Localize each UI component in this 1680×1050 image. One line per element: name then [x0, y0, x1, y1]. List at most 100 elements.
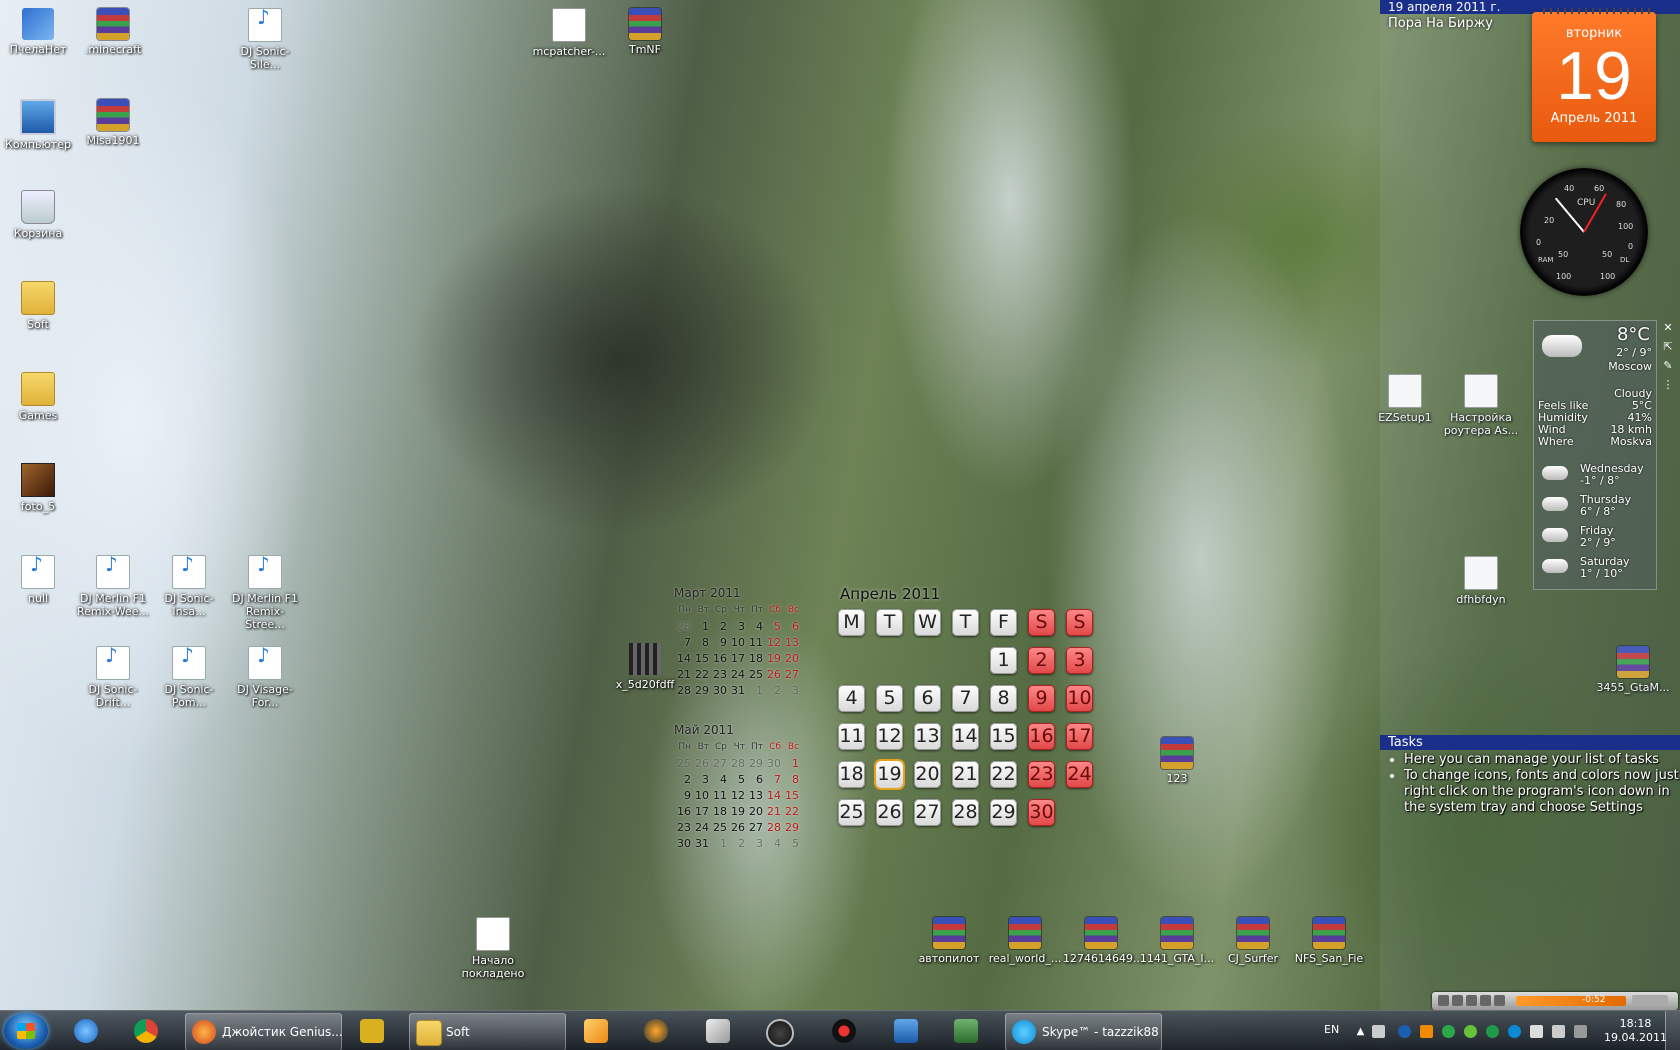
calendar-day[interactable]: 4	[764, 835, 782, 851]
tray-media-icon[interactable]	[1420, 1025, 1433, 1038]
calendar-day[interactable]: 31	[728, 682, 746, 698]
volume-slider[interactable]	[1632, 995, 1668, 1006]
start-button[interactable]	[4, 1013, 48, 1049]
desktop-icon-dj-sonic-pom[interactable]: DJ Sonic-Pom...	[151, 646, 227, 709]
calendar-day[interactable]: 11	[838, 723, 865, 750]
calendar-day[interactable]: 27	[914, 799, 941, 826]
calendar-day[interactable]: 26	[728, 819, 746, 835]
calendar-day[interactable]: 10	[692, 787, 710, 803]
calendar-day[interactable]: 27	[710, 755, 728, 771]
calendar-day[interactable]: 2	[764, 682, 782, 698]
calendar-day[interactable]: 24	[1066, 761, 1093, 788]
taskbar-window-firefox[interactable]: Джойстик Genius...	[185, 1013, 343, 1050]
calendar-day[interactable]: 21	[952, 761, 979, 788]
calendar-day[interactable]: 17	[728, 650, 746, 666]
calendar-day[interactable]: 23	[710, 666, 728, 682]
calendar-day[interactable]: 13	[782, 634, 800, 650]
calendar-day[interactable]: 18	[710, 803, 728, 819]
tasks-gadget[interactable]: Tasks Here you can manage your list of t…	[1380, 735, 1680, 816]
calendar-day[interactable]: 6	[746, 771, 764, 787]
calendar-day[interactable]: 3	[728, 618, 746, 634]
calendar-day[interactable]: 16	[1028, 723, 1055, 750]
calendar-day[interactable]: 20	[782, 650, 800, 666]
desktop-icon-games[interactable]: Games	[0, 372, 76, 422]
prev-button[interactable]	[1438, 995, 1449, 1006]
calendar-day[interactable]: 23	[1028, 761, 1055, 788]
desktop-icon-dj-merlin-stree[interactable]: DJ Merlin F1 Remix-Stree...	[227, 555, 303, 631]
taskbar-window-soft[interactable]: Soft	[409, 1013, 566, 1050]
language-indicator[interactable]: EN	[1324, 1023, 1339, 1036]
taskbar-app-lizard[interactable]	[354, 1013, 398, 1049]
seek-bar[interactable]	[1516, 996, 1626, 1006]
calendar-day[interactable]: 29	[782, 819, 800, 835]
desktop[interactable]: ПчелаНет .minecraft DJ Sonic-Sile... mcp…	[0, 0, 1680, 1050]
calendar-day[interactable]: 18	[746, 650, 764, 666]
pause-button[interactable]	[1466, 995, 1477, 1006]
calendar-day[interactable]: 1	[710, 835, 728, 851]
calendar-day[interactable]: 5	[764, 618, 782, 634]
desktop-icon-cj-surfer[interactable]: CJ_Surfer	[1215, 917, 1291, 965]
calendar-day[interactable]: 5	[782, 835, 800, 851]
calendar-day[interactable]: 6	[914, 685, 941, 712]
calendar-day[interactable]: 3	[782, 682, 800, 698]
drag-handle-icon[interactable]: ⋮	[1660, 375, 1676, 394]
desktop-icon-dj-visage[interactable]: DJ Visage-For...	[227, 646, 303, 709]
calendar-day[interactable]: 2	[710, 618, 728, 634]
calendar-day[interactable]: 14	[764, 787, 782, 803]
calendar-day[interactable]: 28	[764, 819, 782, 835]
calendar-day[interactable]: 20	[914, 761, 941, 788]
calendar-day[interactable]: 4	[710, 771, 728, 787]
calendar-day[interactable]: 6	[782, 618, 800, 634]
desktop-icon-tmnf[interactable]: TmNF	[607, 8, 683, 56]
desktop-icon-123[interactable]: 123	[1139, 737, 1215, 785]
desktop-icon-foto5[interactable]: foto_5	[0, 463, 76, 513]
media-player-mini[interactable]: -0:52	[1432, 992, 1678, 1010]
calendar-day[interactable]: 18	[838, 761, 865, 788]
calendar-day[interactable]: 15	[990, 723, 1017, 750]
tray-skype-icon[interactable]	[1508, 1025, 1521, 1038]
volume-icon[interactable]	[1552, 1025, 1565, 1038]
desktop-icon-misa1901[interactable]: Misa1901	[75, 99, 151, 147]
tray-flag-icon[interactable]	[1530, 1025, 1543, 1038]
calendar-day[interactable]: 12	[876, 723, 903, 750]
calendar-day[interactable]: 10	[728, 634, 746, 650]
calendar-day[interactable]: 27	[746, 819, 764, 835]
calendar-day[interactable]: 12	[728, 787, 746, 803]
calendar-day[interactable]: 24	[728, 666, 746, 682]
calendar-day[interactable]: 1	[990, 647, 1017, 674]
close-icon[interactable]: ✕	[1660, 318, 1676, 337]
task-item[interactable]: Here you can manage your list of tasks	[1404, 752, 1680, 768]
calendar-day[interactable]: 9	[1028, 685, 1055, 712]
taskbar-app-media[interactable]	[578, 1013, 622, 1049]
calendar-day[interactable]: 30	[1028, 799, 1055, 826]
desktop-icon-minecraft[interactable]: .minecraft	[75, 8, 151, 56]
calendar-day[interactable]: 3	[746, 835, 764, 851]
calendar-day[interactable]: 17	[692, 803, 710, 819]
calendar-day[interactable]: 21	[764, 803, 782, 819]
calendar-day[interactable]: 28	[728, 755, 746, 771]
tray-app-icon[interactable]	[1372, 1025, 1385, 1038]
calendar-day[interactable]: 28	[674, 618, 692, 634]
calendar-day[interactable]: 5	[876, 685, 903, 712]
calendar-day[interactable]: 30	[764, 755, 782, 771]
calendar-day[interactable]: 16	[674, 803, 692, 819]
calendar-day[interactable]: 20	[746, 803, 764, 819]
taskbar-app-box[interactable]	[700, 1013, 744, 1049]
calendar-day[interactable]: 7	[952, 685, 979, 712]
calendar-day[interactable]: 22	[692, 666, 710, 682]
tray-network-icon[interactable]	[1398, 1025, 1411, 1038]
taskbar-app-clock[interactable]	[760, 1013, 804, 1049]
tray-clock[interactable]: 18:18 19.04.2011	[1604, 1017, 1667, 1045]
desktop-icon-recycle-bin[interactable]: Корзина	[0, 190, 76, 240]
desktop-icon-real-world[interactable]: real_world_...	[987, 917, 1063, 965]
calendar-day[interactable]: 30	[674, 835, 692, 851]
calendar-day[interactable]: 8	[782, 771, 800, 787]
stop-button[interactable]	[1480, 995, 1491, 1006]
calendar-day[interactable]: 3	[1066, 647, 1093, 674]
calendar-day[interactable]: 9	[674, 787, 692, 803]
taskbar-app-monitor[interactable]	[948, 1013, 992, 1049]
next-button[interactable]	[1494, 995, 1505, 1006]
desktop-icon-pchelanet[interactable]: ПчелаНет	[0, 8, 76, 56]
calendar-day[interactable]: 28	[952, 799, 979, 826]
calendar-day[interactable]: 25	[674, 755, 692, 771]
